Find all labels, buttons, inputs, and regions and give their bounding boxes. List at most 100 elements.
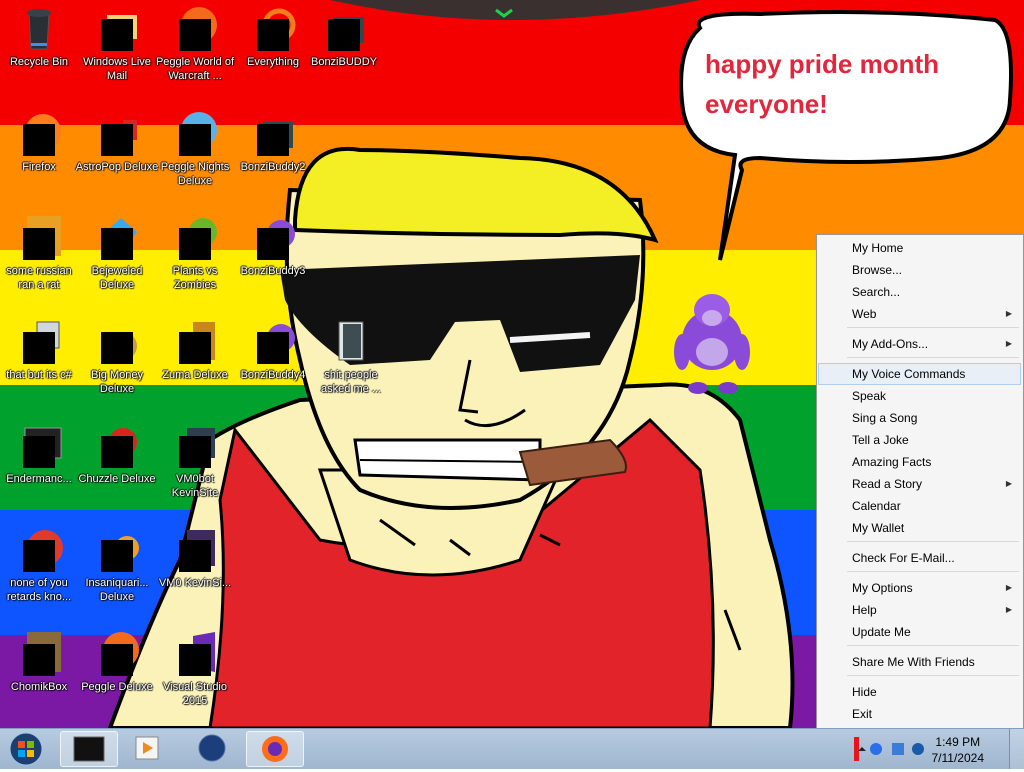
menu-item-sing-a-song[interactable]: Sing a Song — [818, 408, 1021, 428]
desktop-icon-endermanch[interactable]: Endermanc... — [0, 422, 81, 486]
desktop-icon-vm0bot-kevinsite[interactable]: VM0bot KevinSite — [153, 422, 237, 500]
menu-item-update-me[interactable]: Update Me — [818, 622, 1021, 642]
fish-icon — [93, 526, 141, 574]
menu-item-help[interactable]: Help ▶ — [818, 600, 1021, 620]
menu-item-label: Calendar — [852, 499, 901, 513]
bonzi-buddy-character — [674, 294, 750, 394]
desktop-icon-vm0-kevinsi[interactable]: VM0 KevinSi... — [153, 526, 237, 590]
desktop-icon-zuma[interactable]: Zuma Deluxe — [153, 318, 237, 382]
desktop-icon-firefox[interactable]: Firefox — [0, 110, 81, 174]
icon-label: BonziBuddy4 — [240, 369, 306, 381]
terminal-icon — [15, 422, 63, 470]
desktop-icon-visual-studio[interactable]: Visual Studio 2015 — [153, 630, 237, 708]
menu-item-amazing-facts[interactable]: Amazing Facts — [818, 452, 1021, 472]
app-icon — [15, 214, 63, 262]
desktop-icon-plants-vs-zombies[interactable]: Plants vs Zombies — [153, 214, 237, 292]
desktop-icon-peggle-wow[interactable]: Peggle World of Warcraft ... — [153, 5, 237, 83]
desktop-icon-shit-people-asked[interactable]: shit people asked me ... — [309, 318, 393, 396]
tray-red-flag-icon — [854, 737, 859, 761]
desktop-icon-chuzzle[interactable]: Chuzzle Deluxe — [75, 422, 159, 486]
clock-time: 1:49 PM — [935, 735, 981, 749]
tray-chevron-up-icon — [858, 747, 866, 751]
menu-separator — [847, 541, 1019, 542]
menu-item-calendar[interactable]: Calendar — [818, 496, 1021, 516]
menu-item-browse[interactable]: Browse... — [818, 260, 1021, 280]
desktop-icon-bonzibuddy3[interactable]: BonziBuddy3 — [231, 214, 315, 278]
menu-item-tell-a-joke[interactable]: Tell a Joke — [818, 430, 1021, 450]
menu-item-label: Read a Story — [852, 477, 923, 491]
submenu-arrow-icon: ▶ — [1005, 339, 1012, 348]
chomikbox-icon — [15, 630, 63, 678]
submenu-arrow-icon: ▶ — [1005, 605, 1012, 614]
menu-separator — [847, 327, 1019, 328]
zuma-icon — [171, 318, 219, 366]
icon-label: VM0 KevinSi... — [158, 577, 232, 589]
menu-item-my-voice-commands[interactable]: My Voice Commands — [818, 363, 1021, 385]
menu-item-label: Search... — [852, 285, 901, 299]
submenu-arrow-icon: ▶ — [1005, 479, 1012, 488]
menu-item-read-a-story[interactable]: Read a Story ▶ — [818, 474, 1021, 494]
icon-label: Insaniquari... Deluxe — [85, 577, 149, 603]
taskbar-item-media-player[interactable] — [120, 731, 178, 767]
tray-volume-icon — [912, 743, 924, 755]
speech-bubble-text: happy pride month everyone! — [705, 44, 939, 124]
icon-label: Endermanc... — [6, 473, 72, 485]
menu-item-label: Amazing Facts — [852, 455, 932, 469]
desktop-icon-bonzibuddy[interactable]: BonziBUDDY — [302, 5, 386, 69]
taskbar-item-terminal[interactable] — [60, 731, 118, 767]
icon-label: Bejeweled Deluxe — [91, 265, 143, 291]
menu-item-exit[interactable]: Exit — [818, 704, 1021, 724]
desktop-icon-russian-rat[interactable]: some russian ran a rat — [0, 214, 81, 292]
show-desktop-button[interactable] — [1009, 729, 1024, 769]
menu-item-label: Exit — [852, 707, 873, 721]
icon-label: Big Money Deluxe — [91, 369, 143, 395]
taskbar-item-firefox[interactable] — [246, 731, 304, 767]
tray-clock[interactable]: 1:49 PM 7/11/2024 — [932, 734, 985, 766]
menu-item-label: Share Me With Friends — [852, 655, 975, 669]
tray-network-icon — [892, 743, 904, 755]
desktop-icon-insaniquarium[interactable]: Insaniquari... Deluxe — [75, 526, 159, 604]
desktop-icon-bonzibuddy4[interactable]: BonziBuddy4 — [231, 318, 315, 382]
desktop-icon-that-but-csharp[interactable]: that but its c# — [0, 318, 81, 382]
desktop-icon-peggle-nights[interactable]: Peggle Nights Deluxe — [153, 110, 237, 188]
icon-label: Firefox — [22, 161, 56, 173]
menu-item-web[interactable]: Web ▶ — [818, 304, 1021, 324]
peggle-icon — [93, 630, 141, 678]
globe-icon — [198, 734, 226, 762]
desktop-icon-windows-live-mail[interactable]: Windows Live Mail — [75, 5, 159, 83]
menu-item-label: Check For E-Mail... — [852, 551, 955, 565]
bonzi-icon — [249, 214, 297, 262]
search-app-icon — [249, 5, 297, 53]
speech-line-1: happy pride month — [705, 49, 939, 79]
menu-item-my-add-ons[interactable]: My Add-Ons... ▶ — [818, 334, 1021, 354]
game-icon — [93, 110, 141, 158]
menu-item-my-home[interactable]: My Home — [818, 238, 1021, 258]
menu-item-hide[interactable]: Hide — [818, 682, 1021, 702]
menu-item-label: Update Me — [852, 625, 911, 639]
desktop-icon-big-money[interactable]: Big Money Deluxe — [75, 318, 159, 396]
menu-item-check-email[interactable]: Check For E-Mail... — [818, 548, 1021, 568]
peggle-icon — [171, 5, 219, 53]
desktop-icon-recycle-bin[interactable]: Recycle Bin — [0, 5, 81, 69]
icon-label: shit people asked me ... — [321, 369, 381, 395]
menu-item-speak[interactable]: Speak — [818, 386, 1021, 406]
icon-label: Chuzzle Deluxe — [78, 473, 156, 485]
menu-item-my-options[interactable]: My Options ▶ — [818, 578, 1021, 598]
desktop-icon-chomikbox[interactable]: ChomikBox — [0, 630, 81, 694]
peggle-icon — [171, 110, 219, 158]
menu-item-share[interactable]: Share Me With Friends — [818, 652, 1021, 672]
icon-label: some russian ran a rat — [6, 265, 72, 291]
menu-item-label: Hide — [852, 685, 877, 699]
desktop-icon-peggle-deluxe[interactable]: Peggle Deluxe — [75, 630, 159, 694]
menu-separator — [847, 357, 1019, 358]
desktop-icon-bejeweled[interactable]: Bejeweled Deluxe — [75, 214, 159, 292]
start-button[interactable] — [6, 731, 46, 767]
submenu-arrow-icon: ▶ — [1005, 583, 1012, 592]
terminal-window-icon — [73, 736, 105, 762]
menu-item-my-wallet[interactable]: My Wallet — [818, 518, 1021, 538]
desktop-icon-bonzibuddy2[interactable]: BonziBuddy2 — [231, 110, 315, 174]
menu-item-search[interactable]: Search... — [818, 282, 1021, 302]
desktop-icon-none-of-you[interactable]: none of you retards kno... — [0, 526, 81, 604]
taskbar-item-globe[interactable] — [184, 731, 242, 767]
desktop-icon-astropop[interactable]: AstroPop Deluxe — [75, 110, 159, 174]
